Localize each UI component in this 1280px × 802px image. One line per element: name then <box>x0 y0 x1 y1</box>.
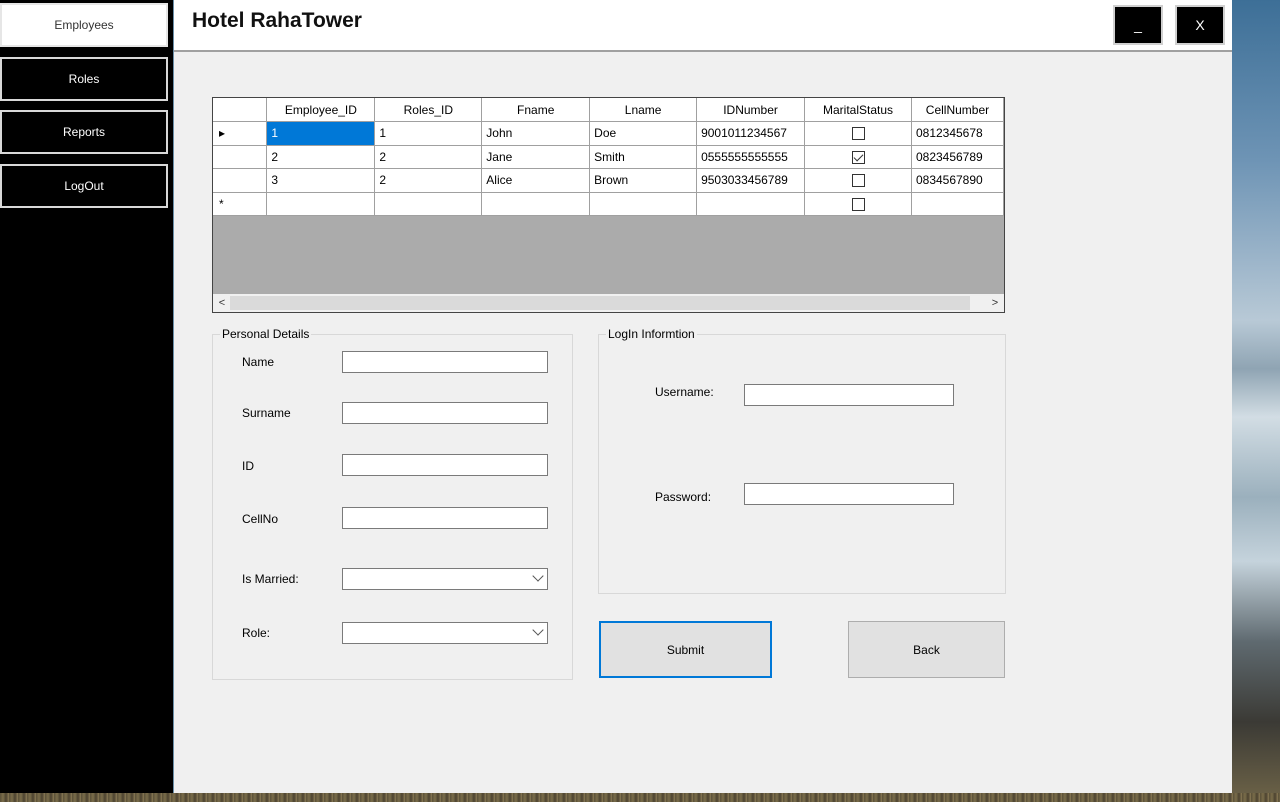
main-window: Hotel RahaTower _ X Employee_ID Roles_ID… <box>174 0 1232 793</box>
id-field[interactable] <box>342 454 548 476</box>
cell-employee-id[interactable] <box>266 192 376 216</box>
new-row[interactable]: * <box>213 192 1005 216</box>
cell-lname[interactable]: Brown <box>589 168 698 193</box>
new-row-indicator[interactable]: * <box>213 192 268 216</box>
id-label: ID <box>242 459 254 473</box>
row-header-corner <box>213 98 268 122</box>
row-indicator[interactable] <box>213 145 268 169</box>
marital-status-checkbox[interactable] <box>851 150 865 164</box>
cell-lname[interactable]: Doe <box>589 121 698 146</box>
sidebar-item-reports[interactable]: Reports <box>0 110 168 154</box>
column-header[interactable]: CellNumber <box>911 98 1005 122</box>
cell-fname[interactable]: John <box>481 121 591 146</box>
cell-roles-id[interactable] <box>374 192 483 216</box>
cell-cellnumber[interactable] <box>911 192 1005 216</box>
employees-grid[interactable]: Employee_ID Roles_ID Fname Lname IDNumbe… <box>212 97 1005 313</box>
cell-roles-id[interactable]: 2 <box>374 168 483 193</box>
login-info-title: LogIn Informtion <box>606 327 697 341</box>
username-label: Username: <box>655 385 714 399</box>
column-header[interactable]: Employee_ID <box>266 98 376 122</box>
cell-lname[interactable]: Smith <box>589 145 698 169</box>
cell-idnumber[interactable]: 0555555555555 <box>696 145 806 169</box>
column-header[interactable]: Fname <box>481 98 591 122</box>
cell-cellnumber[interactable]: 0834567890 <box>911 168 1005 193</box>
sidebar-item-logout[interactable]: LogOut <box>0 164 168 208</box>
row-indicator[interactable]: ▸ <box>213 121 268 146</box>
table-header-row: Employee_ID Roles_ID Fname Lname IDNumbe… <box>213 98 1005 122</box>
cell-marital-status[interactable] <box>804 192 912 216</box>
cell-employee-id[interactable]: 1 <box>266 121 376 146</box>
column-header[interactable]: Lname <box>589 98 698 122</box>
cell-fname[interactable] <box>481 192 591 216</box>
name-label: Name <box>242 355 275 369</box>
cell-marital-status[interactable] <box>804 168 912 193</box>
cell-fname[interactable]: Alice <box>481 168 591 193</box>
close-button[interactable]: X <box>1175 5 1225 45</box>
cell-roles-id[interactable]: 1 <box>374 121 483 146</box>
username-field[interactable] <box>744 384 954 406</box>
horizontal-scrollbar[interactable]: < > <box>213 294 1004 312</box>
table-row[interactable]: 2 2 Jane Smith 0555555555555 0823456789 <box>213 145 1005 169</box>
cell-lname[interactable] <box>589 192 698 216</box>
scrollbar-thumb[interactable] <box>230 296 970 310</box>
cell-idnumber[interactable] <box>696 192 806 216</box>
name-field[interactable] <box>342 351 548 373</box>
employees-table: Employee_ID Roles_ID Fname Lname IDNumbe… <box>213 98 1005 216</box>
sidebar: Employees Roles Reports LogOut <box>0 0 173 793</box>
cellno-field[interactable] <box>342 507 548 529</box>
role-label: Role: <box>242 626 271 640</box>
password-label: Password: <box>655 490 712 504</box>
table-row[interactable]: ▸ 1 1 John Doe 9001011234567 0812345678 <box>213 121 1005 146</box>
cell-roles-id[interactable]: 2 <box>374 145 483 169</box>
cell-idnumber[interactable]: 9001011234567 <box>696 121 806 146</box>
column-header[interactable]: MaritalStatus <box>804 98 912 122</box>
table-row[interactable]: 3 2 Alice Brown 9503033456789 0834567890 <box>213 168 1005 193</box>
title-bar: Hotel RahaTower _ X <box>174 0 1232 52</box>
marital-status-checkbox[interactable] <box>851 197 865 211</box>
cell-employee-id[interactable]: 2 <box>266 145 376 169</box>
cell-marital-status[interactable] <box>804 121 912 146</box>
scroll-right-icon[interactable]: > <box>987 295 1003 311</box>
login-info-group: LogIn Informtion Username: Password: <box>598 327 1006 594</box>
is-married-label: Is Married: <box>242 572 299 586</box>
cell-marital-status[interactable] <box>804 145 912 169</box>
personal-details-group: Personal Details Name Surname ID CellNo … <box>212 327 573 680</box>
is-married-select[interactable] <box>342 568 548 590</box>
desktop-background <box>1232 0 1280 802</box>
submit-button[interactable]: Submit <box>599 621 772 678</box>
page-title: Hotel RahaTower <box>192 9 362 32</box>
desktop-background-strip <box>0 793 1280 802</box>
role-select[interactable] <box>342 622 548 644</box>
chevron-down-icon <box>532 624 544 636</box>
personal-details-title: Personal Details <box>220 327 312 341</box>
cell-cellnumber[interactable]: 0823456789 <box>911 145 1005 169</box>
sidebar-item-roles[interactable]: Roles <box>0 57 168 101</box>
chevron-down-icon <box>532 570 544 582</box>
password-field[interactable] <box>744 483 954 505</box>
marital-status-checkbox[interactable] <box>851 127 865 141</box>
cellno-label: CellNo <box>242 512 279 526</box>
minimize-button[interactable]: _ <box>1113 5 1163 45</box>
marital-status-checkbox[interactable] <box>851 174 865 188</box>
cell-fname[interactable]: Jane <box>481 145 591 169</box>
cell-employee-id[interactable]: 3 <box>266 168 376 193</box>
surname-label: Surname <box>242 406 291 420</box>
cell-idnumber[interactable]: 9503033456789 <box>696 168 806 193</box>
back-button[interactable]: Back <box>848 621 1005 678</box>
row-indicator[interactable] <box>213 168 268 193</box>
scroll-left-icon[interactable]: < <box>214 295 230 311</box>
column-header[interactable]: IDNumber <box>696 98 806 122</box>
surname-field[interactable] <box>342 402 548 424</box>
column-header[interactable]: Roles_ID <box>374 98 483 122</box>
sidebar-item-employees[interactable]: Employees <box>0 3 168 47</box>
cell-cellnumber[interactable]: 0812345678 <box>911 121 1005 146</box>
